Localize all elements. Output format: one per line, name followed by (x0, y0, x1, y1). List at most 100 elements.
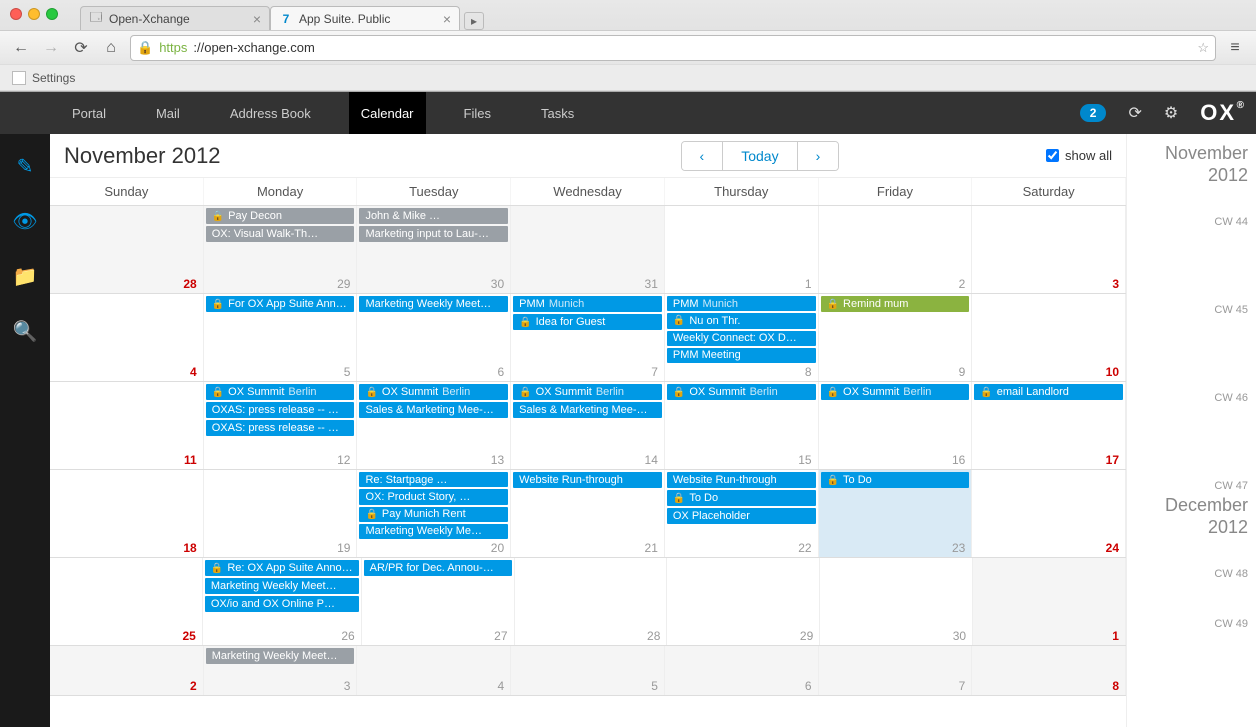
next-button[interactable]: › (798, 142, 839, 170)
calendar-day[interactable]: 1 (973, 558, 1126, 645)
close-tab-icon[interactable]: × (443, 11, 451, 27)
browser-tab-1[interactable]: 7 App Suite. Public × (270, 6, 460, 30)
calendar-day[interactable]: 19 (204, 470, 358, 557)
calendar-day[interactable]: 4 (50, 294, 204, 381)
calendar-event[interactable]: Weekly Connect: OX D… (667, 331, 816, 346)
calendar-day[interactable]: 25 (50, 558, 203, 645)
calendar-day[interactable]: 30 (820, 558, 973, 645)
calendar-day[interactable]: 🔒Remind mum9 (819, 294, 973, 381)
search-icon[interactable]: 🔍 (13, 319, 38, 344)
calendar-event[interactable]: Marketing Weekly Meet… (206, 648, 355, 664)
calendar-day[interactable]: 🔒email Landlord17 (972, 382, 1126, 469)
calendar-event[interactable]: OX/io and OX Online P… (205, 596, 359, 612)
calendar-day[interactable]: 18 (50, 470, 204, 557)
calendar-event[interactable]: Marketing Weekly Meet… (205, 578, 359, 594)
calendar-day[interactable]: 🔒OX Summit Berlin OXAS: press release -- … (204, 382, 358, 469)
calendar-event[interactable]: 🔒Idea for Guest (513, 314, 662, 330)
notifications-badge[interactable]: 2 (1080, 104, 1107, 122)
calendar-event[interactable]: 🔒To Do (821, 472, 970, 488)
calendar-day[interactable]: 🔒Pay DeconOX: Visual Walk-Th…29 (204, 206, 358, 293)
browser-tab-0[interactable]: 🗔 Open-Xchange × (80, 6, 270, 30)
calendar-event[interactable]: OX: Visual Walk-Th… (206, 226, 355, 242)
eye-icon[interactable]: 👁 (12, 209, 37, 234)
calendar-event[interactable]: Sales & Marketing Mee-… (359, 402, 508, 418)
forward-button[interactable]: → (40, 37, 62, 59)
calendar-event[interactable]: 🔒To Do (667, 490, 816, 506)
nav-item-files[interactable]: Files (452, 92, 503, 134)
close-tab-icon[interactable]: × (253, 11, 261, 27)
show-all-toggle[interactable]: show all (1046, 148, 1112, 163)
calendar-event[interactable]: Website Run-through (513, 472, 662, 488)
menu-button[interactable]: ≡ (1224, 37, 1246, 59)
nav-item-portal[interactable]: Portal (60, 92, 118, 134)
close-window-button[interactable] (10, 8, 22, 20)
calendar-event[interactable]: 🔒email Landlord (974, 384, 1123, 400)
calendar-day[interactable]: PMM Munich🔒Nu on Thr.Weekly Connect: OX … (665, 294, 819, 381)
show-all-checkbox[interactable] (1046, 149, 1059, 162)
calendar-event[interactable]: 🔒Pay Decon (206, 208, 355, 224)
calendar-event[interactable]: Website Run-through (667, 472, 816, 488)
calendar-event[interactable]: 🔒Pay Munich Rent (359, 507, 508, 522)
calendar-event[interactable]: 🔒Re: OX App Suite Anno… (205, 560, 359, 576)
calendar-day[interactable]: 3 (972, 206, 1126, 293)
calendar-day[interactable]: 28 (50, 206, 204, 293)
calendar-day[interactable]: Marketing Weekly Meet…3 (204, 646, 358, 695)
calendar-day[interactable]: 7 (819, 646, 973, 695)
calendar-day[interactable]: 11 (50, 382, 204, 469)
calendar-event[interactable]: Marketing Weekly Me… (359, 524, 508, 539)
calendar-day[interactable]: 1 (665, 206, 819, 293)
calendar-event[interactable]: 🔒Remind mum (821, 296, 970, 312)
bookmark-item[interactable]: Settings (32, 71, 75, 85)
calendar-day[interactable]: 🔒To Do23 (819, 470, 973, 557)
home-button[interactable]: ⌂ (100, 37, 122, 59)
calendar-day[interactable]: 6 (665, 646, 819, 695)
calendar-event[interactable]: OX: Product Story, … (359, 489, 508, 504)
calendar-event[interactable]: John & Mike … (359, 208, 508, 224)
nav-item-address-book[interactable]: Address Book (218, 92, 323, 134)
nav-item-mail[interactable]: Mail (144, 92, 192, 134)
calendar-event[interactable]: 🔒OX Summit Berlin (513, 384, 662, 400)
refresh-icon[interactable]: ⟳ (1128, 103, 1141, 123)
folder-icon[interactable]: 📁 (13, 264, 38, 289)
calendar-event[interactable]: 🔒OX Summit Berlin (359, 384, 508, 400)
calendar-event[interactable]: PMM Munich (667, 296, 816, 311)
calendar-day[interactable]: AR/PR for Dec. Annou-…27 (362, 558, 515, 645)
calendar-day[interactable]: PMM Munich🔒Idea for Guest7 (511, 294, 665, 381)
calendar-day[interactable]: 28 (515, 558, 668, 645)
today-button[interactable]: Today (723, 142, 797, 170)
calendar-event[interactable]: AR/PR for Dec. Annou-… (364, 560, 512, 576)
calendar-event[interactable]: Marketing Weekly Meet… (359, 296, 508, 312)
calendar-day[interactable]: 4 (357, 646, 511, 695)
calendar-day[interactable]: 8 (972, 646, 1126, 695)
nav-item-calendar[interactable]: Calendar (349, 92, 426, 134)
calendar-day[interactable]: John & Mike …Marketing input to Lau-…30 (357, 206, 511, 293)
nav-item-tasks[interactable]: Tasks (529, 92, 586, 134)
calendar-event[interactable]: 🔒OX Summit Berlin (206, 384, 355, 400)
url-bar[interactable]: 🔒 https://open-xchange.com ☆ (130, 35, 1216, 61)
bookmark-star-icon[interactable]: ☆ (1197, 40, 1209, 56)
calendar-event[interactable]: Re: Startpage … (359, 472, 508, 487)
gear-icon[interactable]: ⚙ (1164, 103, 1178, 123)
calendar-day[interactable]: 5 (511, 646, 665, 695)
calendar-day[interactable]: 10 (972, 294, 1126, 381)
calendar-day[interactable]: 24 (972, 470, 1126, 557)
reload-button[interactable]: ⟳ (70, 37, 92, 59)
calendar-day[interactable]: Re: Startpage … OX: Product Story, … 🔒Pay … (357, 470, 511, 557)
calendar-day[interactable]: 🔒OX Summit Berlin15 (665, 382, 819, 469)
calendar-event[interactable]: PMM Meeting (667, 348, 816, 363)
calendar-event[interactable]: 🔒For OX App Suite Ann… (206, 296, 355, 312)
minimize-window-button[interactable] (28, 8, 40, 20)
calendar-day[interactable]: 🔒For OX App Suite Ann…5 (204, 294, 358, 381)
calendar-event[interactable]: 🔒OX Summit Berlin (821, 384, 970, 400)
calendar-day[interactable]: 2 (819, 206, 973, 293)
prev-button[interactable]: ‹ (682, 142, 724, 170)
calendar-event[interactable]: Marketing input to Lau-… (359, 226, 508, 242)
calendar-event[interactable]: Sales & Marketing Mee-… (513, 402, 662, 418)
calendar-event[interactable]: PMM Munich (513, 296, 662, 312)
calendar-day[interactable]: 2 (50, 646, 204, 695)
calendar-day[interactable]: Website Run-through🔒To DoOX Placeholder2… (665, 470, 819, 557)
calendar-day[interactable]: 🔒OX Summit Berlin Sales & Marketing Mee-…… (511, 382, 665, 469)
calendar-event[interactable]: 🔒OX Summit Berlin (667, 384, 816, 400)
calendar-event[interactable]: OXAS: press release -- … (206, 420, 355, 436)
calendar-event[interactable]: OX Placeholder (667, 508, 816, 524)
